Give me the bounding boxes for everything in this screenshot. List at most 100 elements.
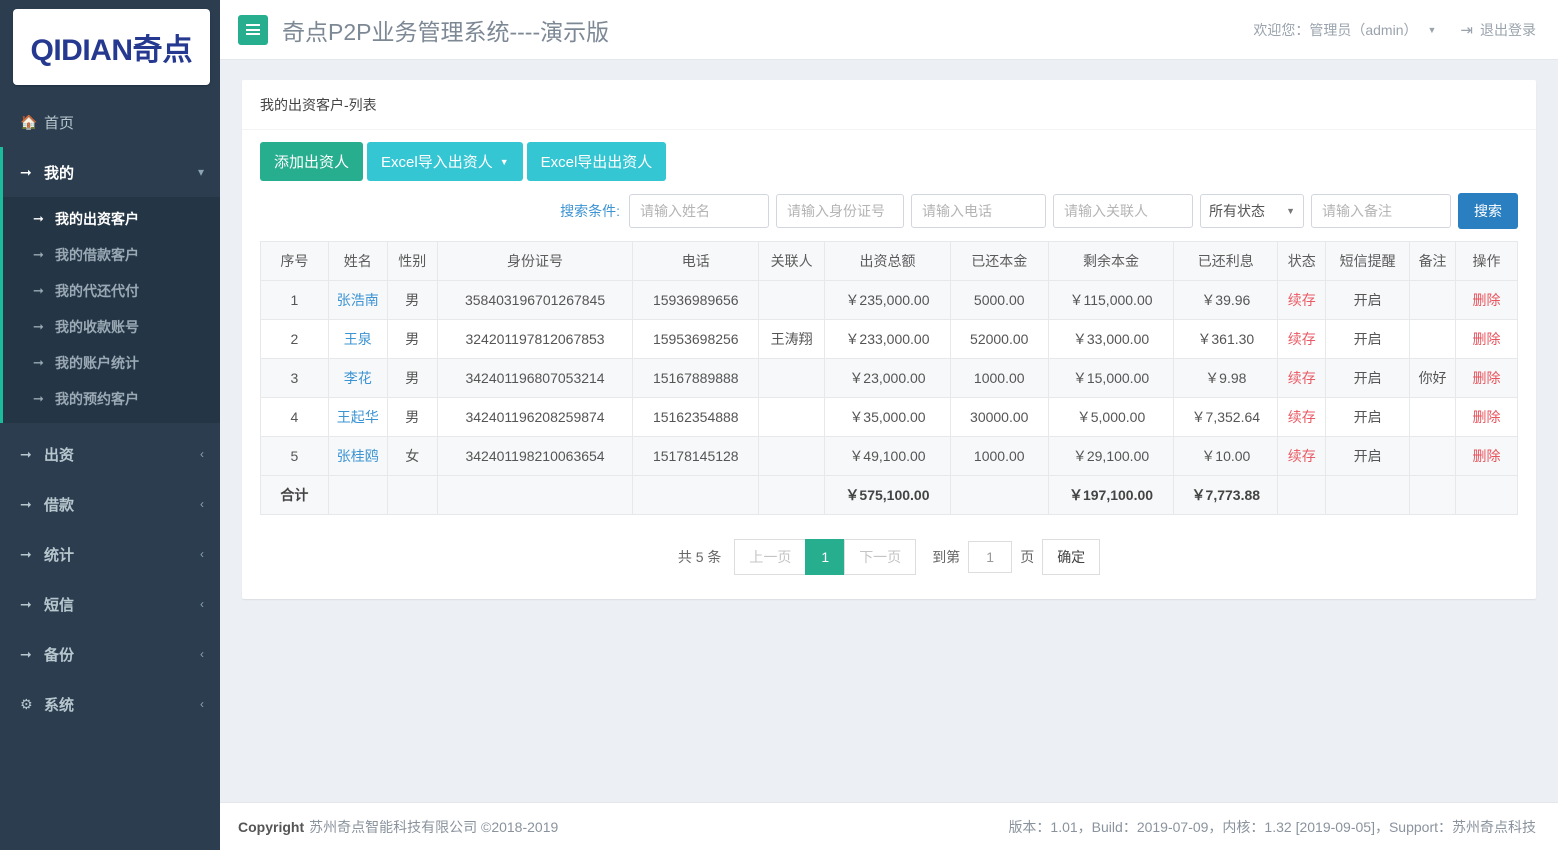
sidebar-item-my-reservations[interactable]: ➞ 我的预约客户 bbox=[3, 381, 220, 417]
logout-button[interactable]: ⇥ 退出登录 bbox=[1460, 20, 1536, 40]
total-label: 合计 bbox=[261, 476, 329, 515]
sidebar-item-home[interactable]: 🏠 首页 bbox=[0, 97, 220, 147]
col-header-remain: 剩余本金 bbox=[1048, 242, 1174, 281]
search-input-relation[interactable] bbox=[1053, 194, 1193, 228]
total-sex bbox=[387, 476, 437, 515]
total-op bbox=[1456, 476, 1518, 515]
search-input-name[interactable] bbox=[629, 194, 769, 228]
cell-note bbox=[1410, 281, 1456, 320]
cell-note bbox=[1410, 320, 1456, 359]
sidebar-item-backup-label: 备份 bbox=[44, 644, 200, 665]
arrow-right-icon: ➞ bbox=[33, 319, 55, 335]
delete-button[interactable]: 删除 bbox=[1473, 409, 1501, 425]
status-badge[interactable]: 续存 bbox=[1288, 292, 1316, 308]
col-header-amount: 出资总额 bbox=[825, 242, 951, 281]
logout-icon: ⇥ bbox=[1460, 21, 1473, 39]
investor-link[interactable]: 王泉 bbox=[344, 331, 372, 347]
sidebar-item-system[interactable]: ⚙ 系统 ‹ bbox=[0, 679, 220, 729]
chevron-left-icon: ‹ bbox=[200, 447, 204, 461]
sidebar-item-statistics-label: 统计 bbox=[44, 544, 200, 565]
cell-sex: 男 bbox=[387, 398, 437, 437]
col-header-relation: 关联人 bbox=[759, 242, 825, 281]
excel-import-label: Excel导入出资人 bbox=[381, 151, 493, 172]
cell-tel: 15167889888 bbox=[633, 359, 759, 398]
status-select-value: 所有状态 bbox=[1209, 201, 1265, 221]
table-head: 序号 姓名 性别 身份证号 电话 关联人 出资总额 已还本金 剩余本金 已还利息 bbox=[261, 242, 1518, 281]
investor-link[interactable]: 李花 bbox=[344, 370, 372, 386]
status-badge[interactable]: 续存 bbox=[1288, 409, 1316, 425]
cell-sms[interactable]: 开启 bbox=[1326, 437, 1410, 476]
sidebar-group-mine-toggle[interactable]: ➞ 我的 ▾ bbox=[0, 147, 220, 197]
cell-sms[interactable]: 开启 bbox=[1326, 320, 1410, 359]
sidebar-item-my-reservations-label: 我的预约客户 bbox=[55, 389, 139, 409]
col-header-tel: 电话 bbox=[633, 242, 759, 281]
sidebar-item-my-borrowers[interactable]: ➞ 我的借款客户 bbox=[3, 237, 220, 273]
search-input-idno[interactable] bbox=[776, 194, 904, 228]
panel-title: 我的出资客户-列表 bbox=[242, 80, 1536, 130]
arrow-right-icon: ➞ bbox=[33, 355, 55, 371]
cell-sms[interactable]: 开启 bbox=[1326, 281, 1410, 320]
logo-text-cn: 奇点 bbox=[133, 34, 193, 67]
cell-op: 删除 bbox=[1456, 281, 1518, 320]
status-badge[interactable]: 续存 bbox=[1288, 331, 1316, 347]
search-button[interactable]: 搜索 bbox=[1458, 193, 1518, 229]
status-select[interactable]: 所有状态 ▼ bbox=[1200, 194, 1304, 228]
chevron-down-icon: ▼ bbox=[1286, 206, 1295, 216]
sidebar-item-loan[interactable]: ➞ 借款 ‹ bbox=[0, 479, 220, 529]
status-badge[interactable]: 续存 bbox=[1288, 370, 1316, 386]
logo[interactable]: QIDIAN奇点 bbox=[13, 9, 210, 85]
prev-page-button[interactable]: 上一页 bbox=[734, 539, 806, 575]
cell-paid: 1000.00 bbox=[950, 359, 1048, 398]
arrow-right-icon: ➞ bbox=[20, 546, 44, 563]
investors-table: 序号 姓名 性别 身份证号 电话 关联人 出资总额 已还本金 剩余本金 已还利息 bbox=[260, 241, 1518, 515]
search-bar: 搜索条件: 所有状态 ▼ 搜索 bbox=[260, 193, 1518, 229]
page-1-button[interactable]: 1 bbox=[805, 539, 845, 575]
sidebar-item-sms[interactable]: ➞ 短信 ‹ bbox=[0, 579, 220, 629]
sidebar-item-my-statistics[interactable]: ➞ 我的账户统计 bbox=[3, 345, 220, 381]
cell-seq: 4 bbox=[261, 398, 329, 437]
excel-import-button[interactable]: Excel导入出资人 ▼ bbox=[367, 142, 523, 181]
sidebar-item-backup[interactable]: ➞ 备份 ‹ bbox=[0, 629, 220, 679]
chevron-down-icon[interactable]: ▼ bbox=[1428, 25, 1437, 35]
cell-idno: 342401196208259874 bbox=[437, 398, 633, 437]
search-input-note[interactable] bbox=[1311, 194, 1451, 228]
excel-export-button[interactable]: Excel导出出资人 bbox=[527, 142, 667, 181]
delete-button[interactable]: 删除 bbox=[1473, 370, 1501, 386]
sidebar-item-my-repayments[interactable]: ➞ 我的代还代付 bbox=[3, 273, 220, 309]
delete-button[interactable]: 删除 bbox=[1473, 331, 1501, 347]
total-idno bbox=[437, 476, 633, 515]
investor-link[interactable]: 张浩南 bbox=[337, 292, 379, 308]
investor-link[interactable]: 张桂鸥 bbox=[337, 448, 379, 464]
sidebar-item-statistics[interactable]: ➞ 统计 ‹ bbox=[0, 529, 220, 579]
search-input-tel[interactable] bbox=[911, 194, 1046, 228]
sidebar-item-system-label: 系统 bbox=[44, 694, 200, 715]
sidebar-item-my-accounts[interactable]: ➞ 我的收款账号 bbox=[3, 309, 220, 345]
cell-name: 张浩南 bbox=[328, 281, 387, 320]
delete-button[interactable]: 删除 bbox=[1473, 448, 1501, 464]
arrow-right-icon: ➞ bbox=[33, 391, 55, 407]
cell-sms[interactable]: 开启 bbox=[1326, 398, 1410, 437]
cell-note: 你好 bbox=[1410, 359, 1456, 398]
add-investor-button[interactable]: 添加出资人 bbox=[260, 142, 363, 181]
col-header-seq: 序号 bbox=[261, 242, 329, 281]
pagination-total: 共 5 条 bbox=[678, 547, 722, 567]
hamburger-icon[interactable] bbox=[238, 15, 268, 45]
investor-link[interactable]: 王起华 bbox=[337, 409, 379, 425]
col-header-status: 状态 bbox=[1278, 242, 1326, 281]
next-page-button[interactable]: 下一页 bbox=[844, 539, 916, 575]
total-relation bbox=[759, 476, 825, 515]
total-sms bbox=[1326, 476, 1410, 515]
sidebar-item-my-investors[interactable]: ➞ 我的出资客户 bbox=[3, 201, 220, 237]
goto-page-input[interactable] bbox=[968, 541, 1012, 573]
panel-body: 添加出资人 Excel导入出资人 ▼ Excel导出出资人 搜索条件: bbox=[242, 130, 1536, 599]
cell-status: 续存 bbox=[1278, 437, 1326, 476]
table-row: 3 李花 男 342401196807053214 15167889888 ￥2… bbox=[261, 359, 1518, 398]
gear-icon: ⚙ bbox=[20, 696, 44, 713]
status-badge[interactable]: 续存 bbox=[1288, 448, 1316, 464]
sidebar-item-funding[interactable]: ➞ 出资 ‹ bbox=[0, 429, 220, 479]
goto-confirm-button[interactable]: 确定 bbox=[1042, 539, 1100, 575]
delete-button[interactable]: 删除 bbox=[1473, 292, 1501, 308]
user-menu[interactable]: 欢迎您：管理员（admin） bbox=[1253, 20, 1417, 40]
cell-remain: ￥15,000.00 bbox=[1048, 359, 1174, 398]
cell-sms[interactable]: 开启 bbox=[1326, 359, 1410, 398]
